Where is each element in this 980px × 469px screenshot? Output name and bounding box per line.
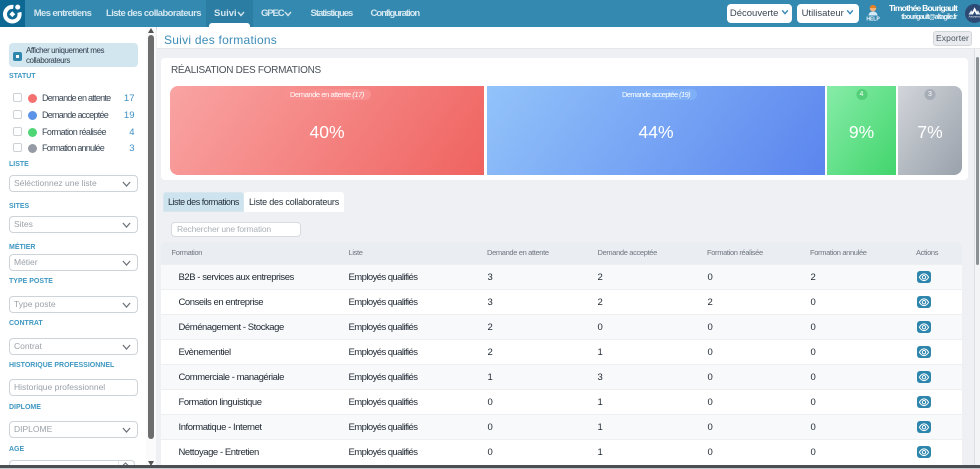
- svg-text:Azuneed: Azuneed: [969, 14, 980, 18]
- svg-text:HELP: HELP: [866, 17, 880, 23]
